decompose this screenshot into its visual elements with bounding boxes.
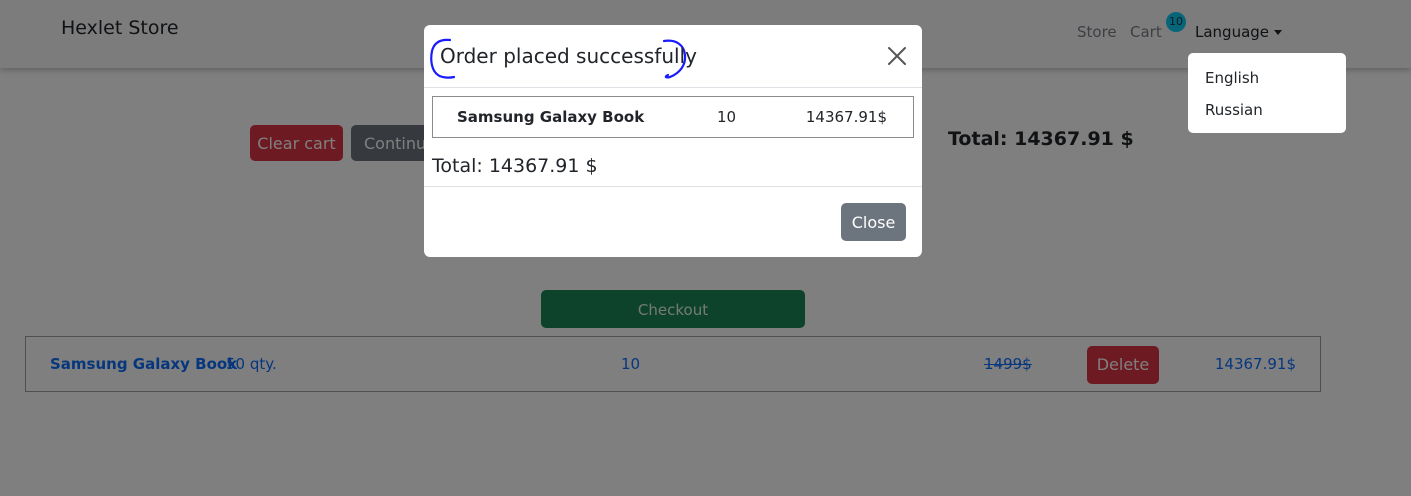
language-option-english[interactable]: English xyxy=(1205,69,1259,87)
language-option-russian[interactable]: Russian xyxy=(1205,101,1263,119)
modal-total: Total: 14367.91 $ xyxy=(432,155,598,177)
order-item-name: Samsung Galaxy Book xyxy=(457,108,645,126)
language-menu: English Russian xyxy=(1188,53,1346,133)
order-item-row: Samsung Galaxy Book 10 14367.91$ xyxy=(432,96,914,138)
order-item-sum: 14367.91$ xyxy=(805,108,887,126)
close-icon[interactable] xyxy=(886,45,908,67)
modal-footer-divider xyxy=(424,186,922,187)
close-button[interactable]: Close xyxy=(841,203,906,241)
order-item-qty: 10 xyxy=(717,108,737,126)
modal-title: Order placed successfully xyxy=(440,44,697,68)
modal-header-divider xyxy=(424,87,922,88)
order-success-modal: Order placed successfully Samsung Galaxy… xyxy=(424,25,922,257)
